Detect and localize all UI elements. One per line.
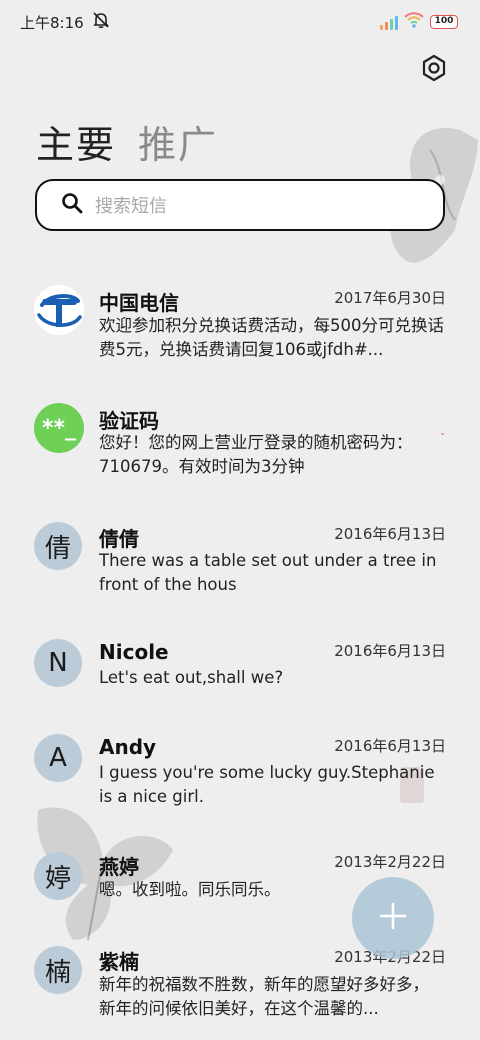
wifi-icon (404, 12, 424, 32)
search-icon (61, 192, 83, 218)
gear-icon (420, 54, 448, 86)
message-date: 2016年6月13日 (334, 642, 446, 660)
avatar: 倩 (34, 522, 82, 570)
contact-name: 倩倩 (99, 527, 139, 551)
avatar: 楠 (34, 946, 82, 994)
china-telecom-logo-icon (35, 286, 83, 334)
bell-off-icon (92, 11, 110, 33)
message-date: 2013年2月22日 (334, 853, 446, 871)
tab-main[interactable]: 主要 (36, 114, 116, 169)
list-item[interactable]: 楠 紫楠 2013年2月22日 新年的祝福数不胜数，新年的愿望好多好多，新年的问… (0, 946, 480, 1040)
plus-icon (379, 902, 407, 934)
list-item[interactable]: **_ 验证码 ˇ 您好！您的网上营业厅登录的随机密码为：710679。有效时间… (0, 403, 480, 483)
avatar: 婷 (34, 852, 82, 900)
status-bar: 上午8:16 100 (0, 0, 480, 44)
tab-promotion[interactable]: 推广 (138, 114, 218, 169)
message-date: 2017年6月30日 (334, 289, 446, 307)
message-date: 2016年6月13日 (334, 737, 446, 755)
contact-name: 紫楠 (99, 950, 139, 974)
message-preview: I guess you're some lucky guy.Stephanie … (99, 763, 435, 806)
contact-name: 中国电信 (99, 291, 179, 315)
avatar (34, 285, 84, 335)
contact-name: Andy (99, 735, 157, 759)
list-item[interactable]: N Nicole 2016年6月13日 Let's eat out,shall … (0, 639, 480, 699)
new-message-button[interactable] (352, 877, 434, 959)
avatar: A (34, 734, 82, 782)
message-preview: 您好！您的网上营业厅登录的随机密码为：710679。有效时间为3分钟 (99, 433, 413, 476)
battery-level: 100 (434, 16, 454, 26)
signal-icon (380, 15, 398, 30)
status-time: 上午8:16 (20, 13, 84, 32)
settings-button[interactable] (418, 54, 450, 86)
message-preview: Let's eat out,shall we? (99, 668, 284, 687)
avatar: N (34, 639, 82, 687)
category-tabs: 主要 推广 (36, 114, 218, 169)
message-preview: 欢迎参加积分兑换话费活动，每500分可兑换话费5元，兑换话费请回复106或jfd… (99, 316, 444, 359)
search-placeholder: 搜索短信 (95, 196, 167, 217)
battery-icon: 100 (430, 15, 458, 29)
contact-name: Nicole (99, 640, 169, 664)
search-input[interactable]: 搜索短信 (35, 179, 445, 231)
message-preview: 新年的祝福数不胜数，新年的愿望好多好多，新年的问候依旧美好，在这个温馨的... (99, 975, 429, 1018)
list-item[interactable]: 倩 倩倩 2016年6月13日 There was a table set ou… (0, 522, 480, 602)
list-item[interactable]: 中国电信 2017年6月30日 欢迎参加积分兑换话费活动，每500分可兑换话费5… (0, 285, 480, 375)
contact-name: 验证码 (99, 409, 159, 433)
avatar: **_ (34, 403, 84, 453)
message-date: 2016年6月13日 (334, 525, 446, 543)
contact-name: 燕婷 (99, 855, 139, 879)
message-preview: There was a table set out under a tree i… (99, 551, 437, 594)
list-item[interactable]: A Andy 2016年6月13日 I guess you're some lu… (0, 734, 480, 814)
